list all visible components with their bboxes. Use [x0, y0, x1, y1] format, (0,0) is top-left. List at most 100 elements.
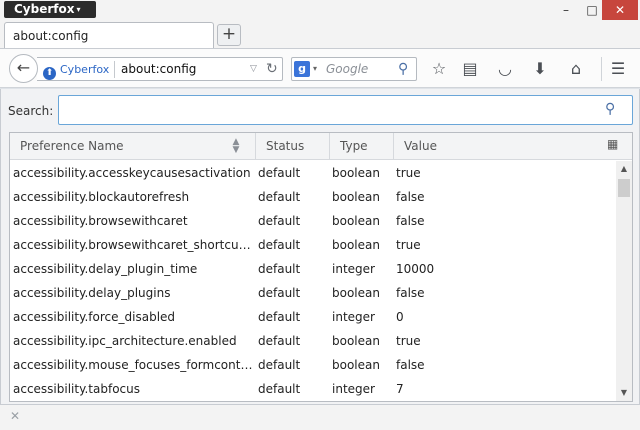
pref-status: default	[258, 358, 301, 372]
pref-type: integer	[332, 310, 375, 324]
title-bar: Cyberfox ▾ – □ ✕	[0, 0, 640, 20]
new-tab-button[interactable]: +	[217, 24, 241, 46]
column-header-name[interactable]: Preference Name	[10, 133, 256, 160]
reading-list-icon[interactable]: ▤	[459, 59, 481, 79]
table-row[interactable]: accessibility.delay_plugins default boolea…	[10, 281, 616, 305]
pref-type: boolean	[332, 166, 380, 180]
url-history-dropdown-icon[interactable]: ▽	[250, 61, 257, 78]
pref-name: accessibility.accesskeycausesactivation	[13, 166, 251, 180]
column-picker-icon[interactable]: ▦	[607, 137, 618, 151]
pref-status: default	[258, 190, 301, 204]
search-label: Search:	[8, 104, 54, 118]
pref-value: true	[396, 334, 421, 348]
app-menu-label: Cyberfox	[14, 2, 75, 16]
pref-name: accessibility.tabfocus	[13, 382, 140, 396]
pref-status: default	[258, 262, 301, 276]
table-row[interactable]: accessibility.ipc_architecture.enabled de…	[10, 329, 616, 353]
pref-status: default	[258, 382, 301, 396]
table-row[interactable]: accessibility.browsewithcaret_shortcut.e…	[10, 233, 616, 257]
pref-value: 0	[396, 310, 404, 324]
table-row[interactable]: accessibility.tabfocus default integer 7	[10, 377, 616, 401]
magnifier-icon[interactable]: ⚲	[398, 60, 408, 78]
pref-status: default	[258, 238, 301, 252]
home-icon[interactable]: ⌂	[565, 59, 587, 79]
about-config-page: Search: ⚲ Preference Name ▲ ▼ Status Type…	[0, 89, 640, 404]
preferences-table: Preference Name ▲ ▼ Status Type Value ▦ a…	[9, 132, 633, 402]
pref-type: boolean	[332, 358, 380, 372]
search-bar[interactable]: g ▾ Google ⚲	[291, 57, 417, 81]
pref-type: integer	[332, 262, 375, 276]
pref-value: false	[396, 214, 425, 228]
close-icon[interactable]: ✕	[10, 409, 20, 423]
menu-icon[interactable]: ☰	[607, 59, 629, 79]
column-header-type[interactable]: Type	[330, 133, 394, 160]
column-header-value[interactable]: Value	[394, 133, 600, 160]
pref-value: true	[396, 166, 421, 180]
search-placeholder[interactable]: Google	[326, 61, 368, 78]
identity-box[interactable]: ⬆ Cyberfox	[43, 61, 116, 80]
pref-value: false	[396, 358, 425, 372]
pref-status: default	[258, 334, 301, 348]
table-header: Preference Name ▲ ▼ Status Type Value ▦	[10, 133, 632, 160]
scroll-down-icon[interactable]: ▼	[616, 385, 632, 401]
table-row[interactable]: accessibility.mouse_focuses_formcontrol d…	[10, 353, 616, 377]
table-row[interactable]: accessibility.accesskeycausesactivation d…	[10, 161, 616, 185]
pref-value: false	[396, 190, 425, 204]
scroll-up-icon[interactable]: ▲	[616, 161, 632, 177]
search-icon: ⚲	[605, 101, 616, 117]
column-header-type-label: Type	[340, 139, 368, 153]
toolbar-separator	[601, 57, 602, 81]
url-bar[interactable]: ⬆ Cyberfox about:config ▽ ↻	[37, 57, 283, 81]
pref-type: boolean	[332, 190, 380, 204]
pref-status: default	[258, 166, 301, 180]
tab-strip: about:config +	[0, 20, 640, 49]
pref-status: default	[258, 286, 301, 300]
pref-name: accessibility.blockautorefresh	[13, 190, 190, 204]
pref-type: boolean	[332, 214, 380, 228]
pref-name: accessibility.delay_plugins	[13, 286, 171, 300]
pref-value: 10000	[396, 262, 435, 276]
pref-name: accessibility.mouse_focuses_formcontrol	[13, 358, 255, 372]
search-engine-icon[interactable]: g	[294, 61, 310, 77]
pref-value: 7	[396, 382, 404, 396]
pref-name: accessibility.force_disabled	[13, 310, 176, 324]
preference-search-input[interactable]	[58, 95, 633, 125]
pref-name: accessibility.delay_plugin_time	[13, 262, 198, 276]
url-input[interactable]: about:config	[121, 61, 196, 78]
download-icon[interactable]: ⬇	[529, 59, 551, 79]
table-row[interactable]: accessibility.blockautorefresh default boo…	[10, 185, 616, 209]
table-body: accessibility.accesskeycausesactivation d…	[10, 161, 616, 401]
pref-name: accessibility.ipc_architecture.enabled	[13, 334, 237, 348]
pref-name: accessibility.browsewithcaret	[13, 214, 188, 228]
pref-type: boolean	[332, 286, 380, 300]
column-header-name-label: Preference Name	[20, 139, 124, 153]
close-window-button[interactable]: ✕	[602, 0, 638, 20]
bookmark-star-icon[interactable]: ☆	[428, 59, 450, 79]
reload-icon[interactable]: ↻	[266, 59, 278, 79]
pocket-icon[interactable]: ◡	[494, 59, 516, 79]
pref-status: default	[258, 214, 301, 228]
pref-type: boolean	[332, 238, 380, 252]
table-row[interactable]: accessibility.browsewithcaret default bool…	[10, 209, 616, 233]
column-header-status[interactable]: Status	[256, 133, 330, 160]
tab-about-config[interactable]: about:config	[4, 22, 214, 49]
pref-status: default	[258, 310, 301, 324]
minimize-button[interactable]: –	[553, 0, 579, 20]
pref-name: accessibility.browsewithcaret_shortcut.e…	[13, 238, 255, 252]
vertical-scrollbar[interactable]: ▲ ▼	[616, 161, 632, 401]
tab-label: about:config	[13, 29, 89, 43]
navigation-toolbar: ⬆ Cyberfox about:config ▽ ↻ ← g ▾ Google …	[0, 48, 640, 88]
bottom-bar: ✕	[0, 404, 640, 430]
table-row[interactable]: accessibility.delay_plugin_time default in…	[10, 257, 616, 281]
back-button[interactable]: ←	[9, 54, 38, 83]
pref-type: boolean	[332, 334, 380, 348]
scroll-thumb[interactable]	[618, 179, 630, 197]
chevron-down-icon: ▾	[76, 5, 81, 14]
sort-icon[interactable]: ▲ ▼	[226, 138, 246, 155]
app-menu-button[interactable]: Cyberfox ▾	[4, 1, 96, 18]
pref-value: true	[396, 238, 421, 252]
table-row[interactable]: accessibility.force_disabled default integ…	[10, 305, 616, 329]
engine-dropdown-icon[interactable]: ▾	[313, 62, 317, 76]
identity-label: Cyberfox	[60, 63, 110, 76]
pref-type: integer	[332, 382, 375, 396]
